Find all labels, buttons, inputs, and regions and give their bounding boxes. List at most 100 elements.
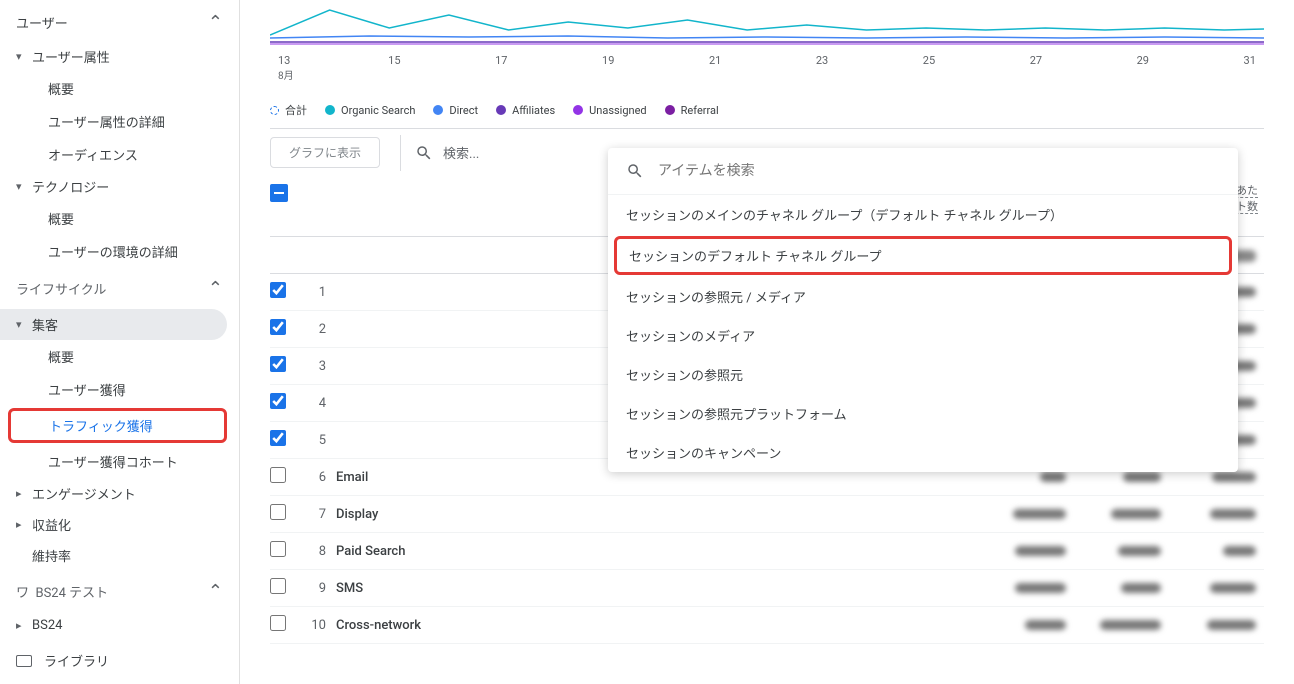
- row-checkbox[interactable]: [270, 319, 286, 335]
- sidebar-library[interactable]: ライブラリ: [0, 639, 239, 682]
- x-tick: 31: [1244, 54, 1256, 82]
- sidebar-group-engagement[interactable]: ▸エンゲージメント: [0, 478, 239, 509]
- table-search[interactable]: 検索...: [401, 143, 493, 162]
- caret-down-icon: ▾: [16, 50, 32, 63]
- x-tick: 17: [495, 54, 507, 82]
- dropdown-item[interactable]: セッションの参照元: [608, 355, 1238, 394]
- dropdown-item[interactable]: セッションのキャンペーン: [608, 433, 1238, 472]
- sidebar-group-user-attributes[interactable]: ▾ユーザー属性: [0, 41, 239, 72]
- row-checkbox[interactable]: [270, 282, 286, 298]
- line-chart: 138月 15 17 19 21 23 25 27 29 31: [240, 0, 1294, 92]
- cell-value: [1074, 544, 1169, 558]
- x-tick: 138月: [278, 54, 294, 82]
- sidebar-item-user-attr-detail[interactable]: ユーザー属性の詳細: [0, 105, 227, 138]
- chevron-up-icon: ⌃: [208, 278, 223, 299]
- row-checkbox[interactable]: [270, 615, 286, 631]
- x-tick: 23: [816, 54, 828, 82]
- x-tick: 21: [709, 54, 721, 82]
- cell-value: [1074, 507, 1169, 521]
- legend-item[interactable]: Direct: [433, 104, 478, 117]
- sidebar-group-acquisition[interactable]: ▾集客: [0, 309, 227, 340]
- row-checkbox[interactable]: [270, 393, 286, 409]
- sidebar-item-user-acquisition[interactable]: ユーザー獲得: [0, 373, 227, 406]
- sidebar-item-tech-detail[interactable]: ユーザーの環境の詳細: [0, 235, 227, 268]
- chart-x-axis: 138月 15 17 19 21 23 25 27 29 31: [270, 54, 1264, 82]
- sidebar-item-acq-overview[interactable]: 概要: [0, 340, 227, 373]
- dropdown-item[interactable]: セッションの参照元 / メディア: [608, 277, 1238, 316]
- row-index: 7: [310, 507, 336, 522]
- row-index: 10: [310, 618, 336, 633]
- legend-item[interactable]: Affiliates: [496, 104, 555, 117]
- dimension-dropdown: セッションのメインのチャネル グループ（デフォルト チャネル グループ）セッショ…: [608, 148, 1238, 472]
- row-index: 3: [310, 359, 336, 374]
- sidebar: ユーザー⌃ ▾ユーザー属性 概要 ユーザー属性の詳細 オーディエンス ▾テクノロ…: [0, 0, 240, 684]
- row-checkbox[interactable]: [270, 467, 286, 483]
- caret-right-icon: ▸: [16, 619, 32, 632]
- cell-value: [1169, 544, 1264, 558]
- cell-value: [979, 581, 1074, 595]
- row-index: 6: [310, 470, 336, 485]
- x-tick: 19: [602, 54, 614, 82]
- plot-button[interactable]: グラフに表示: [270, 137, 380, 168]
- row-label[interactable]: SMS: [336, 581, 979, 596]
- cell-value: [979, 470, 1074, 484]
- row-index: 2: [310, 322, 336, 337]
- row-checkbox[interactable]: [270, 356, 286, 372]
- legend-item[interactable]: Referral: [665, 104, 719, 117]
- sidebar-group-bs24[interactable]: ▸BS24: [0, 612, 239, 639]
- sidebar-group-technology[interactable]: ▾テクノロジー: [0, 171, 239, 202]
- dropdown-search-input[interactable]: [658, 163, 1220, 179]
- legend-item[interactable]: Unassigned: [573, 104, 647, 117]
- table-row: 8Paid Search: [270, 533, 1264, 570]
- row-label[interactable]: Paid Search: [336, 544, 979, 559]
- row-index: 9: [310, 581, 336, 596]
- sidebar-item-tech-overview[interactable]: 概要: [0, 202, 227, 235]
- cell-value: [1169, 507, 1264, 521]
- row-label[interactable]: Display: [336, 507, 979, 522]
- search-icon: [415, 144, 433, 162]
- row-checkbox[interactable]: [270, 504, 286, 520]
- sidebar-section-workspace[interactable]: ワ BS24 テスト⌃: [0, 571, 239, 612]
- legend-item[interactable]: Organic Search: [325, 104, 415, 117]
- main-content: 138月151719212325272931 合計Organic SearchD…: [240, 0, 1294, 684]
- x-tick: 25: [923, 54, 935, 82]
- cell-value: [1169, 581, 1264, 595]
- cell-value: [1074, 470, 1169, 484]
- caret-down-icon: ▾: [16, 180, 32, 193]
- sidebar-item-audience[interactable]: オーディエンス: [0, 138, 227, 171]
- sidebar-section-lifecycle[interactable]: ライフサイクル⌃: [0, 268, 239, 309]
- chevron-up-icon: ⌃: [208, 12, 223, 33]
- table-row: 9SMS: [270, 570, 1264, 607]
- sidebar-item-overview[interactable]: 概要: [0, 72, 227, 105]
- sidebar-item-traffic-acquisition[interactable]: トラフィック獲得: [8, 408, 227, 443]
- cell-value: [979, 618, 1074, 632]
- checkbox-indeterminate[interactable]: [270, 184, 288, 202]
- row-checkbox[interactable]: [270, 578, 286, 594]
- sidebar-item-retention[interactable]: 維持率: [0, 540, 239, 571]
- row-checkbox[interactable]: [270, 430, 286, 446]
- row-label[interactable]: Cross-network: [336, 618, 979, 633]
- row-index: 4: [310, 396, 336, 411]
- chevron-up-icon: ⌃: [208, 581, 223, 602]
- caret-down-icon: ▾: [16, 318, 32, 331]
- dropdown-item[interactable]: セッションのメインのチャネル グループ（デフォルト チャネル グループ）: [608, 195, 1238, 234]
- row-checkbox[interactable]: [270, 541, 286, 557]
- dropdown-item[interactable]: セッションのメディア: [608, 316, 1238, 355]
- dropdown-item[interactable]: セッションの参照元プラットフォーム: [608, 394, 1238, 433]
- cell-value: [979, 544, 1074, 558]
- dropdown-search[interactable]: [608, 148, 1238, 195]
- x-tick: 29: [1137, 54, 1149, 82]
- sidebar-section-user[interactable]: ユーザー⌃: [0, 4, 239, 41]
- legend-item[interactable]: 合計: [270, 102, 307, 118]
- cell-value: [1169, 618, 1264, 632]
- library-icon: [16, 655, 32, 667]
- x-tick: 15: [388, 54, 400, 82]
- x-tick: 27: [1030, 54, 1042, 82]
- sidebar-item-user-cohort[interactable]: ユーザー獲得コホート: [0, 445, 227, 478]
- sidebar-group-monetization[interactable]: ▸収益化: [0, 509, 239, 540]
- row-index: 8: [310, 544, 336, 559]
- chart-legend: 合計 Organic Search Direct Affiliates Unassign…: [240, 92, 1294, 128]
- dropdown-item[interactable]: セッションのデフォルト チャネル グループ: [614, 236, 1232, 275]
- cell-value: [1074, 618, 1169, 632]
- cell-value: [979, 507, 1074, 521]
